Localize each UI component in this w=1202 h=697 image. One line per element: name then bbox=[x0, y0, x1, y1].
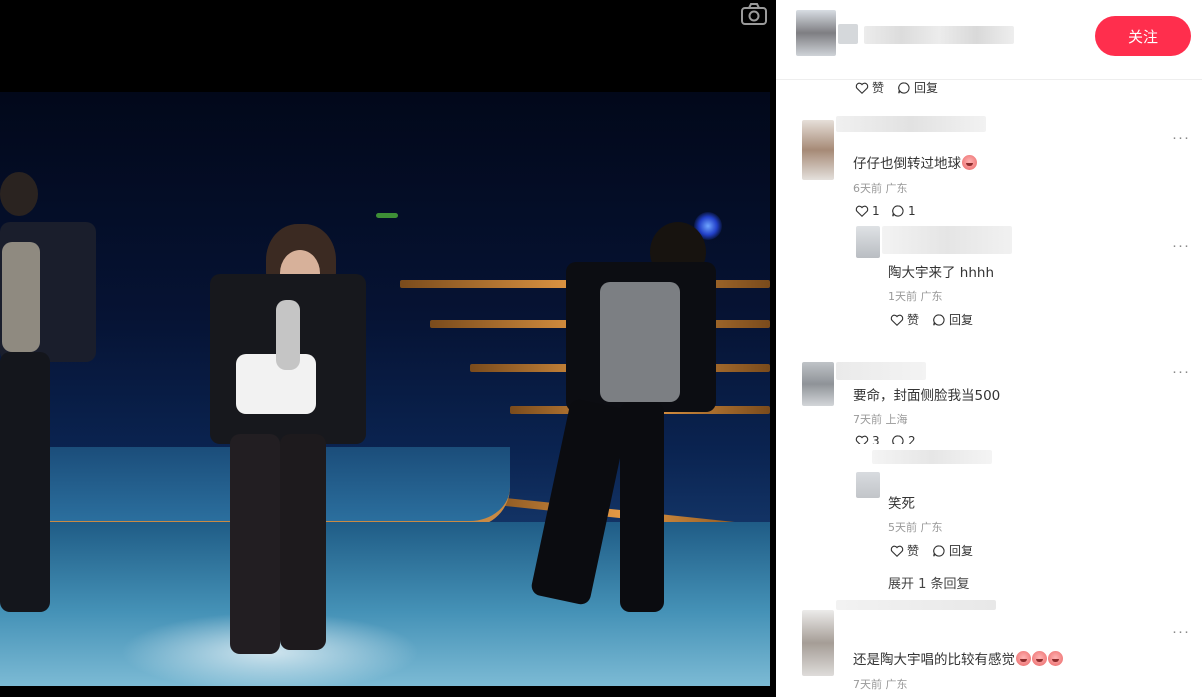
author-header: 关注 bbox=[776, 0, 1202, 80]
replier-avatar[interactable] bbox=[856, 472, 880, 498]
reply-label: 回复 bbox=[949, 313, 974, 327]
reply-label: 回复 bbox=[949, 544, 974, 558]
like-count: 1 bbox=[872, 204, 880, 218]
reply-location: 广东 bbox=[920, 521, 943, 534]
chat-bubble-icon bbox=[933, 544, 945, 557]
emoji-icon bbox=[1048, 651, 1063, 666]
emoji-icon bbox=[962, 155, 977, 170]
more-dots-icon[interactable]: ··· bbox=[1172, 130, 1190, 145]
emoji-icon bbox=[1032, 651, 1047, 666]
video-frame[interactable] bbox=[0, 92, 770, 686]
dancer-right bbox=[520, 222, 720, 612]
reply-button[interactable]: 回复 bbox=[897, 79, 938, 96]
chat-bubble-icon bbox=[892, 205, 904, 217]
reply-meta: 1天前 广东 bbox=[888, 288, 943, 304]
comment-meta: 7天前 上海 bbox=[853, 411, 908, 427]
replier-name[interactable] bbox=[872, 450, 992, 464]
like-label: 赞 bbox=[907, 313, 920, 327]
follow-button[interactable]: 关注 bbox=[1095, 16, 1191, 56]
comment-text: 仔仔也倒转过地球 bbox=[853, 152, 977, 172]
like-button[interactable]: 赞 bbox=[890, 311, 919, 328]
like-label: 赞 bbox=[872, 81, 885, 95]
comment-time: 7天前 bbox=[853, 678, 882, 691]
reply-button[interactable]: 2 bbox=[891, 434, 916, 444]
reply-time: 1天前 bbox=[888, 290, 917, 303]
commenter-avatar[interactable] bbox=[802, 120, 834, 180]
reply-label: 回复 bbox=[914, 81, 939, 95]
replier-name[interactable] bbox=[882, 226, 1012, 254]
reply-button[interactable]: 1 bbox=[891, 204, 916, 218]
more-dots-icon[interactable]: ··· bbox=[1172, 624, 1190, 639]
dancer-center bbox=[200, 224, 370, 664]
more-dots-icon[interactable]: ··· bbox=[1172, 364, 1190, 379]
comment-time: 7天前 bbox=[853, 413, 882, 426]
stage-light bbox=[376, 213, 398, 218]
emoji-icon bbox=[1016, 651, 1031, 666]
comment-text: 要命，封面侧脸我当500 bbox=[853, 388, 1001, 404]
expand-replies-link[interactable]: 展开 1 条回复 bbox=[888, 573, 970, 592]
commenter-name[interactable] bbox=[836, 600, 996, 610]
reply-button[interactable]: 回复 bbox=[932, 311, 973, 328]
like-button[interactable]: 赞 bbox=[855, 79, 884, 96]
reply-meta: 5天前 广东 bbox=[888, 519, 943, 535]
author-name-blur bbox=[838, 24, 858, 44]
camera-icon[interactable] bbox=[740, 2, 768, 26]
like-count: 3 bbox=[872, 434, 880, 444]
comment-location: 广东 bbox=[885, 678, 908, 691]
like-button[interactable]: 1 bbox=[855, 204, 880, 218]
chat-bubble-icon bbox=[892, 435, 904, 444]
like-button[interactable]: 赞 bbox=[890, 542, 919, 559]
reply-time: 5天前 bbox=[888, 521, 917, 534]
commenter-avatar[interactable] bbox=[802, 362, 834, 406]
commenter-name[interactable] bbox=[836, 362, 926, 380]
comment-location: 上海 bbox=[885, 413, 908, 426]
comment-meta: 6天前 广东 bbox=[853, 180, 908, 196]
commenter-name[interactable] bbox=[836, 116, 986, 132]
comment-time: 6天前 bbox=[853, 182, 882, 195]
reply-count: 1 bbox=[908, 204, 916, 218]
reply-location: 广东 bbox=[920, 290, 943, 303]
chat-bubble-icon bbox=[933, 313, 945, 326]
heart-outline-icon bbox=[890, 545, 904, 557]
replier-avatar[interactable] bbox=[856, 226, 880, 258]
like-button[interactable]: 3 bbox=[855, 434, 880, 444]
media-viewer[interactable] bbox=[0, 0, 776, 697]
comment-meta: 7天前 广东 bbox=[853, 676, 908, 692]
heart-outline-icon bbox=[855, 205, 869, 218]
like-label: 赞 bbox=[907, 544, 920, 558]
reply-button[interactable]: 回复 bbox=[932, 542, 973, 559]
dancer-left bbox=[0, 172, 100, 612]
heart-outline-icon bbox=[890, 314, 904, 326]
reply-text: 笑死 bbox=[888, 496, 915, 512]
heart-outline-icon bbox=[855, 82, 869, 94]
author-avatar[interactable] bbox=[796, 10, 836, 56]
comments-panel: 关注 赞 回复 ··· 仔仔也倒转过地球 6天前 广东 1 1 ··· 陶大宇来… bbox=[776, 0, 1202, 697]
reply-count: 2 bbox=[908, 434, 916, 444]
more-dots-icon[interactable]: ··· bbox=[1172, 238, 1190, 253]
reply-text: 陶大宇来了 hhhh bbox=[888, 265, 995, 281]
commenter-avatar[interactable] bbox=[802, 610, 834, 676]
heart-outline-icon bbox=[855, 435, 869, 444]
comment-text: 还是陶大宇唱的比较有感觉 bbox=[853, 648, 1063, 668]
comment-list: 赞 回复 ··· 仔仔也倒转过地球 6天前 广东 1 1 ··· 陶大宇来了 h… bbox=[776, 80, 1202, 697]
author-name[interactable] bbox=[864, 26, 1014, 44]
comment-location: 广东 bbox=[885, 182, 908, 195]
chat-bubble-icon bbox=[898, 81, 910, 94]
